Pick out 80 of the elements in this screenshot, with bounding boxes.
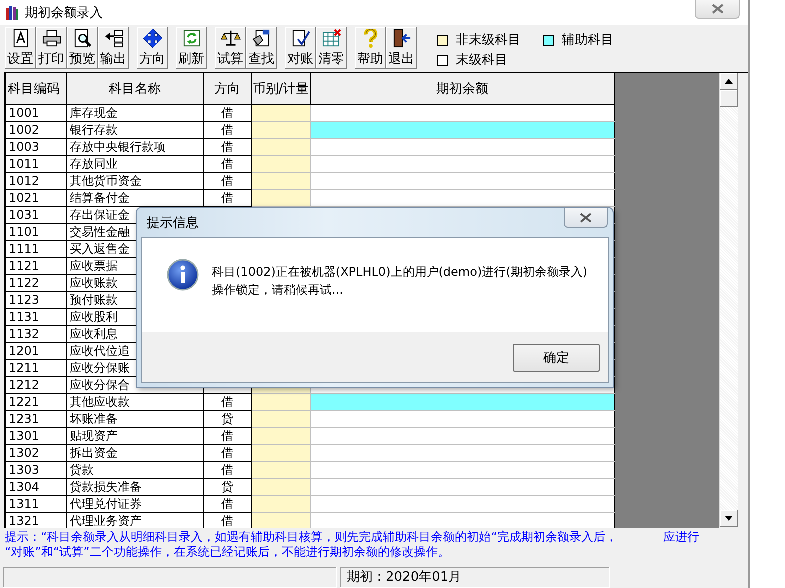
table-cell: 1003 [6,138,66,156]
table-cell: 结算备付金 [66,190,204,206]
table-cell: 其他应收款 [66,394,204,410]
table-cell: 借 [204,190,252,206]
toolbar-button[interactable]: 输出 [98,27,129,69]
table-cell: 1131 [6,308,66,326]
table-cell: 1121 [6,258,66,274]
column-header: 科目编码 [6,73,66,104]
table-cell: 贷 [204,410,252,428]
table-cell: 借 [204,462,252,478]
table-cell: 1303 [6,462,66,478]
legend-label: 辅助科目 [562,32,614,49]
table-cell: 贷款损失准备 [66,478,204,496]
table-cell: 1304 [6,478,66,496]
table-cell: 借 [204,428,252,444]
status-period: 期初：2020年01月 [340,567,610,588]
table-cell: 1031 [6,206,66,224]
toolbar-button[interactable]: 退出 [386,27,417,69]
table-cell: 代理兑付证券 [66,496,204,512]
table-cell: 存放同业 [66,156,204,172]
table-cell: 1201 [6,342,66,360]
column-header: 方向 [204,73,252,104]
toolbar-button[interactable]: 预览 [67,27,98,69]
table-cell: 1123 [6,292,66,308]
table-cell: 借 [204,122,252,138]
column-header: 科目名称 [66,73,204,104]
table-cell: 1302 [6,444,66,462]
toolbar-button[interactable]: 试算 [215,27,246,69]
table-cell: 其他货币资金 [66,172,204,190]
table-cell: 贷款 [66,462,204,478]
table-cell: 借 [204,512,252,528]
ok-button[interactable]: 确定 [513,344,600,372]
toolbar-button[interactable]: 查找 [246,27,277,69]
table-cell: 银行存款 [66,122,204,138]
table-cell: 1311 [6,496,66,512]
toolbar-button[interactable]: 对账 [285,27,316,69]
dialog-message: 科目(1002)正在被机器(XPLHL0)上的用户(demo)进行(期初余额录入) 操作锁定，请稍候再试... [212,264,588,299]
hint-text: “对账”和“试算”二个功能操作，在系统已经记账后，不能进行期初余额的修改操作。 [5,545,451,560]
table-cell: 贷 [204,478,252,496]
toolbar-button[interactable]: 方向 [137,27,168,69]
table-cell: 借 [204,104,252,122]
hint-text: 提示：“科目余额录入从明细科目录入，如遇有辅助科目核算，则先完成辅助科目余额的初始“完成期初余额录入后， [5,530,618,545]
table-cell: 借 [204,172,252,190]
hint-text: 应进行 [663,530,700,545]
table-cell: 1001 [6,104,66,122]
table-cell: 拆出资金 [66,444,204,462]
toolbar-button[interactable]: 帮助 [355,27,386,69]
table-cell: 1021 [6,190,66,206]
table-cell: 1231 [6,410,66,428]
table-cell: 借 [204,394,252,410]
column-header: 币别/计量 [252,73,310,104]
table-cell: 1002 [6,122,66,138]
table-cell: 库存现金 [66,104,204,122]
table-cell: 1221 [6,394,66,410]
table-cell: 1012 [6,172,66,190]
table-cell: 1011 [6,156,66,172]
table-cell: 1212 [6,376,66,394]
table-cell: 1132 [6,326,66,342]
table-cell: 借 [204,496,252,512]
table-cell: 1321 [6,512,66,528]
table-cell: 1101 [6,224,66,240]
table-cell: 1211 [6,360,66,376]
toolbar-button[interactable]: 清零 [316,27,347,69]
toolbar-button[interactable]: 设置 [5,27,36,69]
table-cell: 存放中央银行款项 [66,138,204,156]
window-title: 期初余额录入 [25,5,103,22]
legend-label: 非末级科目 [456,32,521,49]
table-cell: 坏账准备 [66,410,204,428]
table-cell: 1122 [6,274,66,292]
table-cell: 借 [204,138,252,156]
toolbar-button[interactable]: 打印 [36,27,67,69]
table-cell: 代理业务资产 [66,512,204,528]
table-cell: 贴现资产 [66,428,204,444]
column-header: 期初余额 [310,73,614,104]
table-cell: 借 [204,156,252,172]
legend-label: 末级科目 [456,52,508,69]
toolbar-button[interactable]: 刷新 [176,27,207,69]
table-cell: 借 [204,444,252,462]
table-cell: 1301 [6,428,66,444]
table-cell: 1111 [6,240,66,258]
